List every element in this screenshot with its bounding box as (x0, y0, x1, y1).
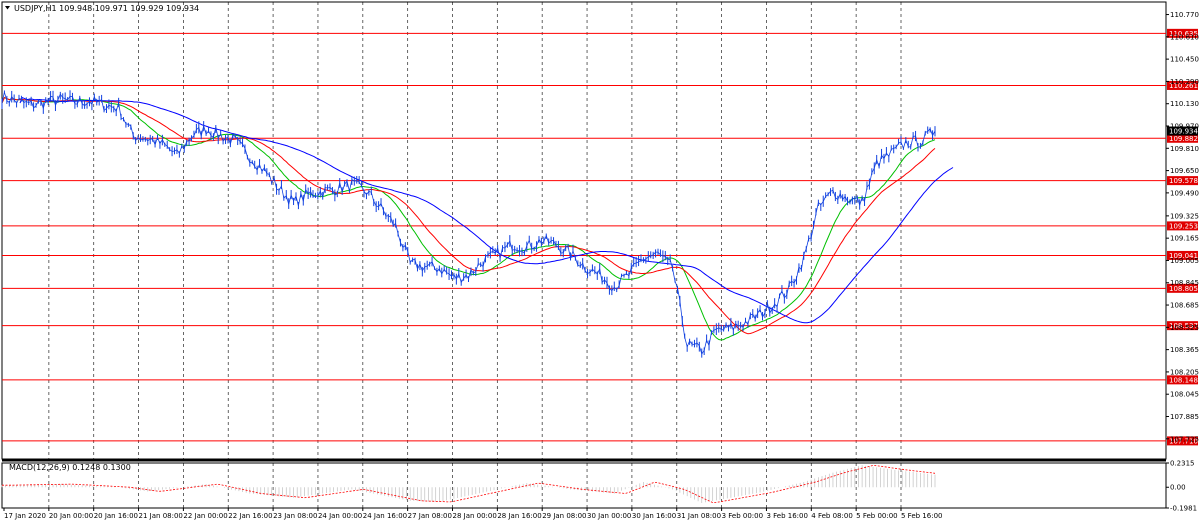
y-tick-label: 109.490 (1170, 189, 1199, 197)
y-tick-label: 108.045 (1170, 391, 1199, 399)
x-tick-label: 3 Feb 16:00 (766, 512, 807, 520)
y-tick-label: 109.005 (1170, 257, 1199, 265)
x-tick-label: 3 Feb 00:00 (722, 512, 763, 520)
y-tick-label: 108.365 (1170, 346, 1199, 354)
price-line (1, 92, 936, 355)
y-tick-label: 110.130 (1170, 100, 1199, 108)
title-bar: USDJPY,H1 109.948 109.971 109.929 109.93… (5, 4, 199, 472)
level-label: 109.253 (1169, 222, 1198, 230)
x-tick-label: 5 Feb 16:00 (901, 512, 942, 520)
y-tick-label: 109.165 (1170, 235, 1199, 243)
moving-average-line (19, 96, 954, 324)
y-tick-label: 108.205 (1170, 368, 1199, 376)
x-tick-label: 29 Jan 08:00 (542, 512, 586, 520)
x-tick-label: 30 Jan 16:00 (632, 512, 676, 520)
x-tick-label: 5 Feb 00:00 (856, 512, 897, 520)
y-tick-label: 108.525 (1170, 324, 1199, 332)
macd-plot-border (1, 462, 1167, 509)
macd-tick-label: 0.2315 (1170, 460, 1195, 468)
x-tick-label: 4 Feb 08:00 (811, 512, 852, 520)
x-tick-label: 21 Jan 08:00 (139, 512, 183, 520)
level-label: 109.578 (1169, 177, 1198, 185)
moving-averages (1, 96, 954, 341)
x-tick-label: 27 Jan 08:00 (408, 512, 452, 520)
x-tick-label: 28 Jan 00:00 (453, 512, 497, 520)
y-tick-label: 109.325 (1170, 212, 1199, 220)
y-tick-label: 110.450 (1170, 56, 1199, 64)
triangle-down-icon[interactable] (5, 6, 10, 10)
macd-panel (1, 464, 936, 504)
x-tick-label: 28 Jan 16:00 (497, 512, 541, 520)
y-tick-label: 107.725 (1170, 435, 1199, 443)
x-tick-label: 24 Jan 16:00 (363, 512, 407, 520)
x-tick-label: 22 Jan 16:00 (228, 512, 272, 520)
y-tick-label: 108.845 (1170, 279, 1199, 287)
x-tick-label: 23 Jan 08:00 (273, 512, 317, 520)
macd-tick-label: -0.1981 (1170, 505, 1197, 513)
time-axis: 17 Jan 2020 20 Jan 00:00 20 Jan 16:00 21 Ja… (3, 508, 942, 520)
macd-tick-label: 0.00 (1170, 484, 1186, 492)
y-tick-label: 108.685 (1170, 302, 1199, 310)
x-tick-label: 22 Jan 00:00 (183, 512, 227, 520)
y-tick-label: 107.885 (1170, 413, 1199, 421)
x-tick-label: 20 Jan 00:00 (49, 512, 93, 520)
x-tick-label: 30 Jan 00:00 (587, 512, 631, 520)
y-tick-label: 110.770 (1170, 11, 1199, 19)
y-tick-label: 109.650 (1170, 167, 1199, 175)
level-label: 108.148 (1169, 376, 1198, 384)
main-plot-border (1, 1, 1167, 460)
y-tick-label: 110.610 (1170, 33, 1199, 41)
moving-average-line (1, 96, 936, 341)
level-label: 109.882 (1169, 135, 1198, 143)
y-tick-label: 110.290 (1170, 78, 1199, 86)
x-tick-label: 20 Jan 16:00 (94, 512, 138, 520)
horizontal-levels: 110.635110.261109.882109.578109.253109.0… (2, 28, 1198, 446)
moving-average-line (1, 96, 936, 335)
x-tick-label: 17 Jan 2020 (4, 512, 46, 520)
chart-title: USDJPY,H1 109.948 109.971 109.929 109.93… (14, 4, 199, 13)
y-tick-label: 109.810 (1170, 145, 1199, 153)
macd-signal-line (2, 464, 936, 504)
macd-label: MACD(12,26,9) 0.1248 0.1300 (9, 463, 131, 472)
x-tick-label: 24 Jan 00:00 (318, 512, 362, 520)
y-tick-label: 109.970 (1170, 123, 1199, 131)
price-chart[interactable]: 110.635110.261109.882109.578109.253109.0… (0, 0, 1200, 524)
price-series (1, 90, 936, 358)
x-tick-label: 31 Jan 08:00 (677, 512, 721, 520)
